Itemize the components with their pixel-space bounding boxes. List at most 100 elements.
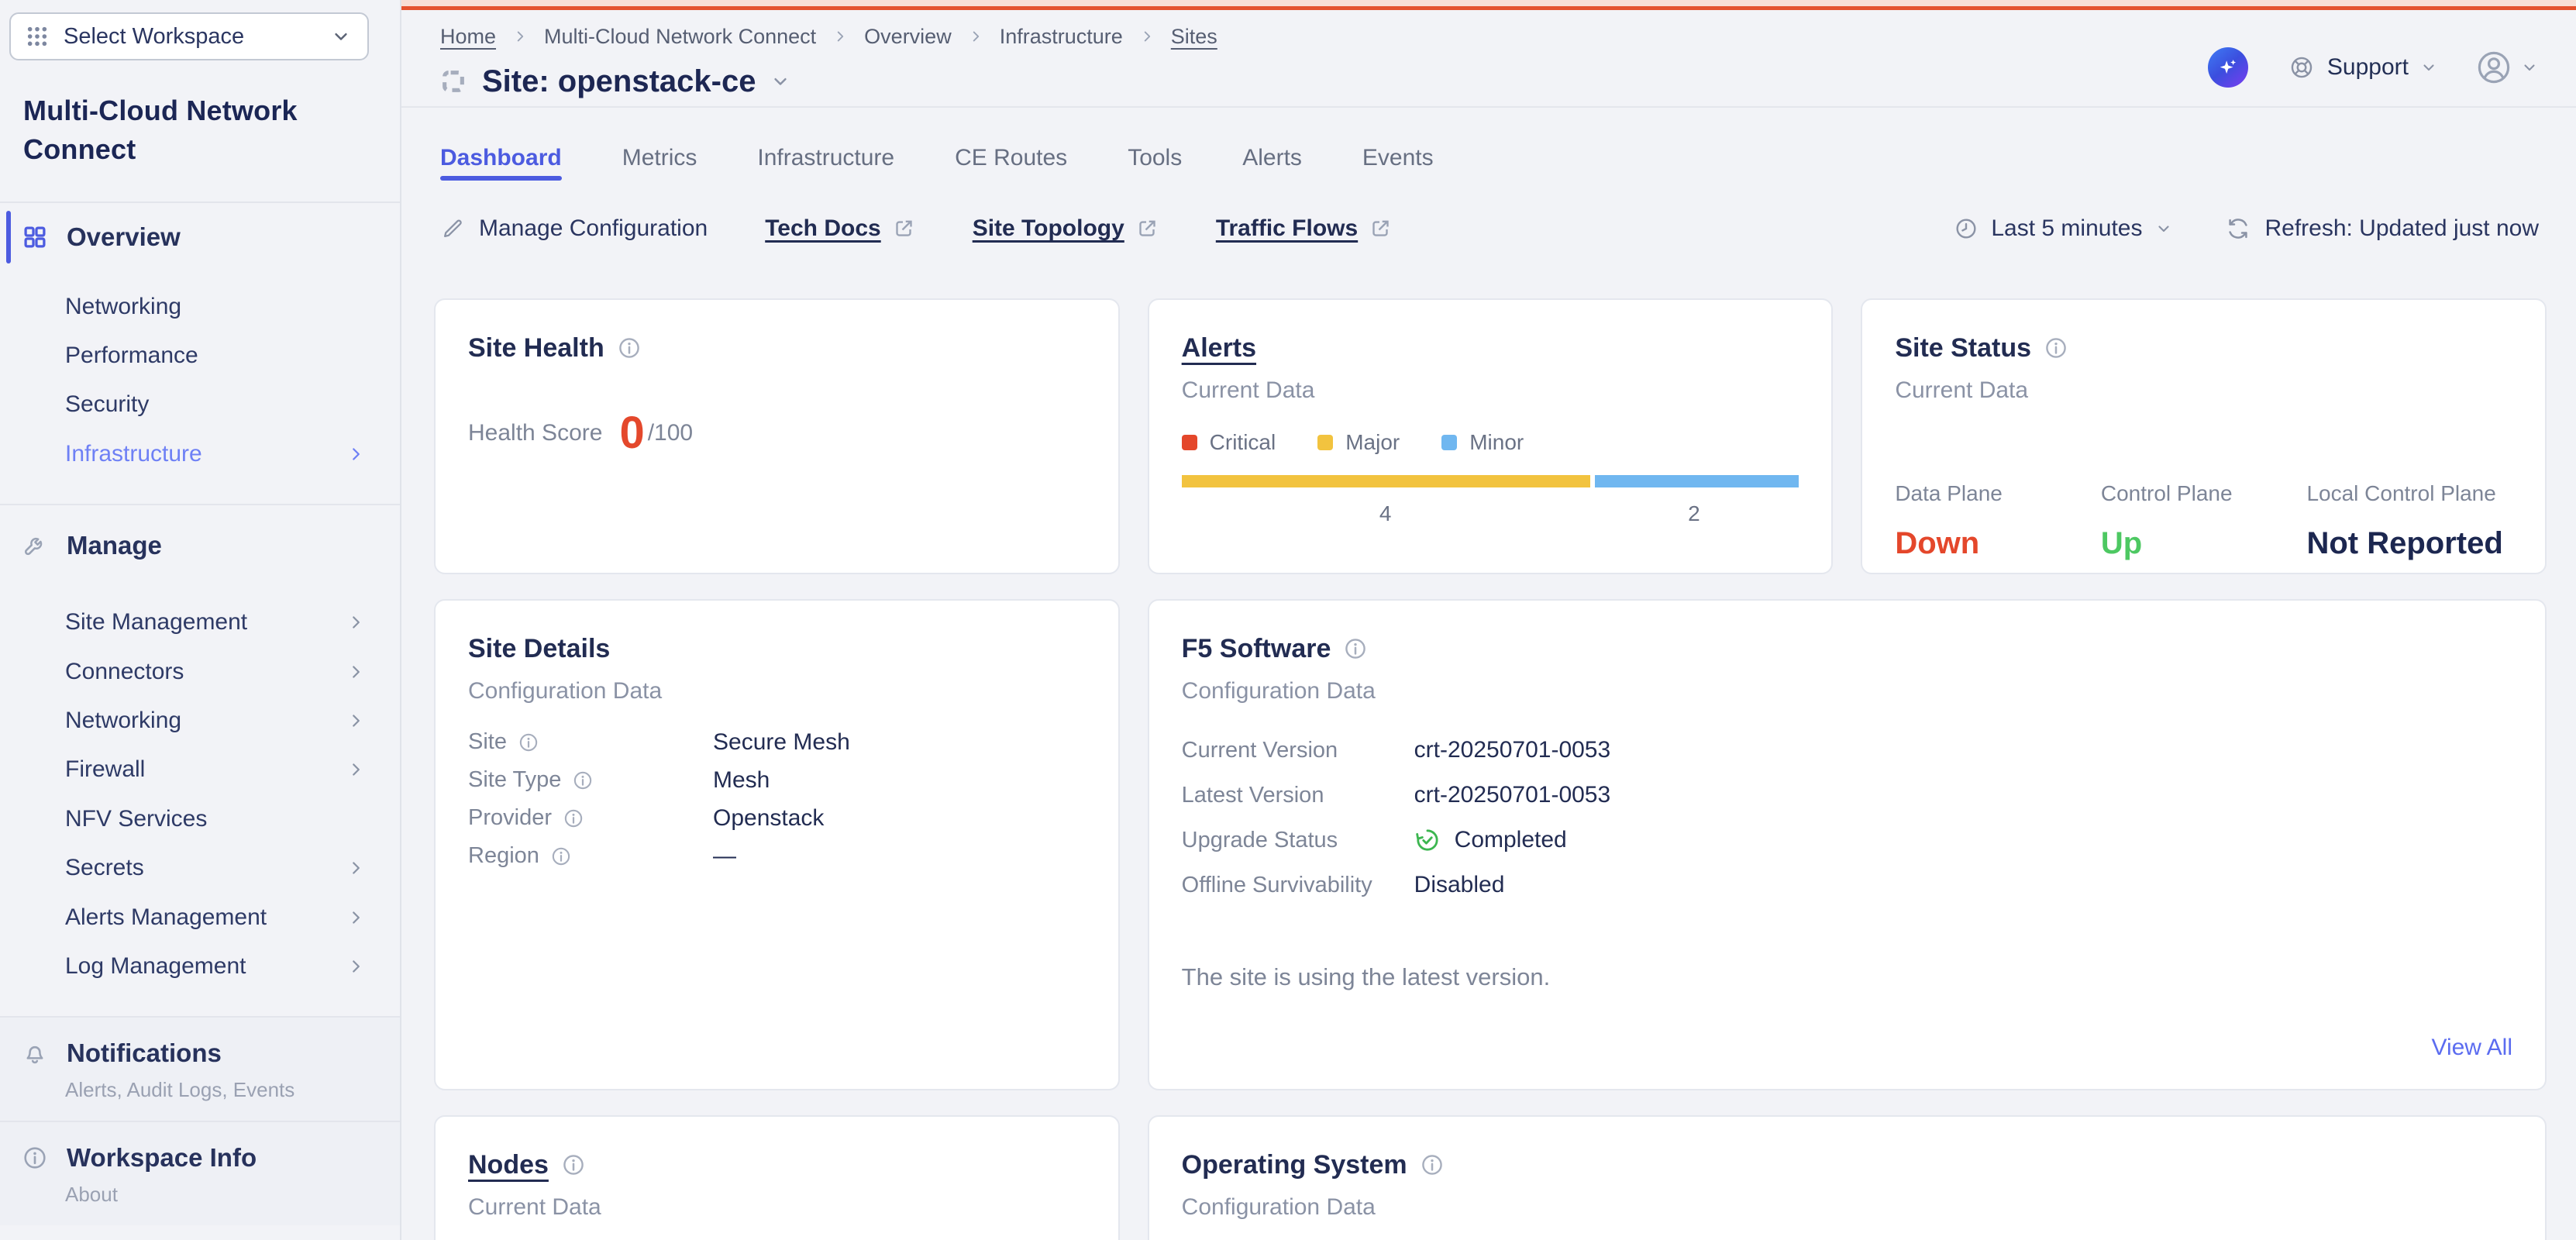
sidebar-item-connectors[interactable]: Connectors [0, 647, 400, 696]
sidebar-item-networking[interactable]: Networking [0, 282, 400, 331]
notifications-subtitle: Alerts, Audit Logs, Events [65, 1078, 400, 1102]
nodes-card-title-link[interactable]: Nodes [468, 1145, 549, 1185]
alerts-stacked-bar [1182, 475, 1799, 487]
avatar-icon [2475, 49, 2512, 86]
workspace-selector[interactable]: Select Workspace [9, 12, 369, 60]
refresh-icon [2226, 216, 2251, 241]
refresh-button[interactable]: Refresh: Updated just now [2226, 215, 2539, 242]
card-subtitle: Configuration Data [1182, 1194, 2512, 1221]
card-subtitle: Configuration Data [468, 678, 1086, 704]
detail-label: Offline Survivability [1182, 863, 1414, 908]
chevron-right-icon [346, 956, 366, 976]
detail-value: crt-20250701-0053 [1414, 728, 2512, 773]
ai-assistant-button[interactable] [2208, 47, 2248, 88]
card-title: Site Details [468, 629, 610, 669]
alerts-bar-value: 4 [1182, 501, 1589, 526]
card-title: F5 Software [1182, 629, 1331, 669]
workspace-info-subtitle: About [65, 1183, 400, 1207]
tab-metrics[interactable]: Metrics [622, 145, 697, 181]
card-subtitle: Current Data [1182, 377, 1799, 404]
detail-label: Site [468, 723, 713, 761]
chevron-right-icon [832, 28, 849, 45]
detail-value: Secure Mesh [713, 723, 1086, 761]
breadcrumb-home[interactable]: Home [440, 25, 496, 49]
active-group-accent [6, 211, 11, 264]
user-menu[interactable] [2475, 49, 2539, 86]
breadcrumb-infrastructure[interactable]: Infrastructure [1000, 25, 1123, 49]
sidebar-section-notifications[interactable]: Notifications Alerts, Audit Logs, Events [0, 1018, 400, 1121]
chevron-down-icon[interactable] [770, 71, 791, 92]
detail-value: — [713, 837, 1086, 875]
manage-configuration-button[interactable]: Manage Configuration [440, 215, 708, 242]
tab-dashboard[interactable]: Dashboard [440, 145, 562, 181]
sidebar-item-nfv-services[interactable]: NFV Services [0, 794, 400, 843]
site-icon [440, 68, 467, 95]
traffic-flows-link[interactable]: Traffic Flows [1216, 215, 1392, 242]
clock-icon [1954, 216, 1978, 241]
chevron-down-icon [330, 26, 352, 47]
alerts-bar-value: 2 [1589, 501, 1799, 526]
detail-label: Upgrade Status [1182, 818, 1414, 863]
breadcrumb-sites[interactable]: Sites [1171, 25, 1217, 49]
tab-bar: Dashboard Metrics Infrastructure CE Rout… [401, 108, 2576, 181]
external-link-icon [1135, 217, 1159, 240]
sidebar-nav: Overview Networking Performance Security… [0, 203, 400, 1225]
card-subtitle: Configuration Data [1182, 678, 2512, 704]
info-icon[interactable] [518, 732, 539, 753]
external-link-icon [892, 217, 915, 240]
sidebar-item-performance[interactable]: Performance [0, 331, 400, 380]
info-icon[interactable] [2044, 336, 2068, 360]
info-icon[interactable] [1343, 636, 1368, 661]
alerts-bar-segment-major [1182, 475, 1590, 487]
sidebar-section-workspace-info[interactable]: Workspace Info About [0, 1122, 400, 1225]
sidebar-group-manage[interactable]: Manage [0, 505, 400, 586]
breadcrumb-mcn[interactable]: Multi-Cloud Network Connect [544, 25, 816, 49]
card-title: Site Status [1895, 328, 2031, 368]
tab-events[interactable]: Events [1362, 145, 1434, 181]
card-subtitle: Current Data [468, 1194, 1086, 1221]
site-topology-link[interactable]: Site Topology [973, 215, 1159, 242]
sidebar-item-site-management[interactable]: Site Management [0, 598, 400, 647]
tab-ce-routes[interactable]: CE Routes [955, 145, 1067, 181]
sidebar-item-secrets[interactable]: Secrets [0, 844, 400, 893]
tab-alerts[interactable]: Alerts [1242, 145, 1302, 181]
breadcrumb-overview[interactable]: Overview [864, 25, 952, 49]
info-icon[interactable] [561, 1152, 586, 1177]
alerts-card-title-link[interactable]: Alerts [1182, 328, 1256, 368]
tech-docs-link[interactable]: Tech Docs [765, 215, 915, 242]
status-control-plane: Control Plane Up [2101, 481, 2307, 561]
info-icon[interactable] [550, 846, 572, 867]
info-icon[interactable] [617, 336, 642, 360]
sidebar-item-alerts-management[interactable]: Alerts Management [0, 893, 400, 942]
detail-value: crt-20250701-0053 [1414, 773, 2512, 818]
chevron-right-icon [346, 444, 366, 464]
sidebar-item-log-management[interactable]: Log Management [0, 942, 400, 990]
time-range-selector[interactable]: Last 5 minutes [1954, 215, 2173, 242]
status-data-plane: Data Plane Down [1895, 481, 2101, 561]
sidebar-item-networking-manage[interactable]: Networking [0, 696, 400, 745]
site-details-card: Site Details Configuration Data Site Sec… [434, 599, 1120, 1090]
tab-infrastructure[interactable]: Infrastructure [757, 145, 894, 181]
detail-value: Disabled [1414, 863, 2512, 908]
info-icon[interactable] [572, 770, 594, 791]
latest-version-note: The site is using the latest version. [1182, 963, 2512, 991]
sidebar-group-overview[interactable]: Overview [0, 203, 400, 271]
health-score-value: 0 [619, 410, 644, 456]
detail-value: Completed [1414, 818, 2512, 863]
sidebar-title: Multi-Cloud Network Connect [23, 91, 377, 169]
support-menu[interactable]: Support [2288, 54, 2438, 81]
page-header: Home Multi-Cloud Network Connect Overvie… [401, 10, 2576, 108]
chevron-right-icon [346, 908, 366, 928]
health-score-max: /100 [648, 420, 693, 446]
chevron-down-icon [2520, 58, 2539, 77]
status-local-control-plane: Local Control Plane Not Reported [2306, 481, 2512, 561]
bell-icon [22, 1040, 48, 1066]
sidebar-item-security[interactable]: Security [0, 381, 400, 429]
sidebar-item-firewall[interactable]: Firewall [0, 746, 400, 794]
info-icon[interactable] [1420, 1152, 1445, 1177]
sidebar-item-infrastructure[interactable]: Infrastructure [0, 429, 400, 478]
legend-critical: Critical [1182, 430, 1276, 455]
tab-tools[interactable]: Tools [1128, 145, 1182, 181]
info-icon[interactable] [563, 808, 584, 829]
view-all-link[interactable]: View All [2431, 1035, 2512, 1061]
